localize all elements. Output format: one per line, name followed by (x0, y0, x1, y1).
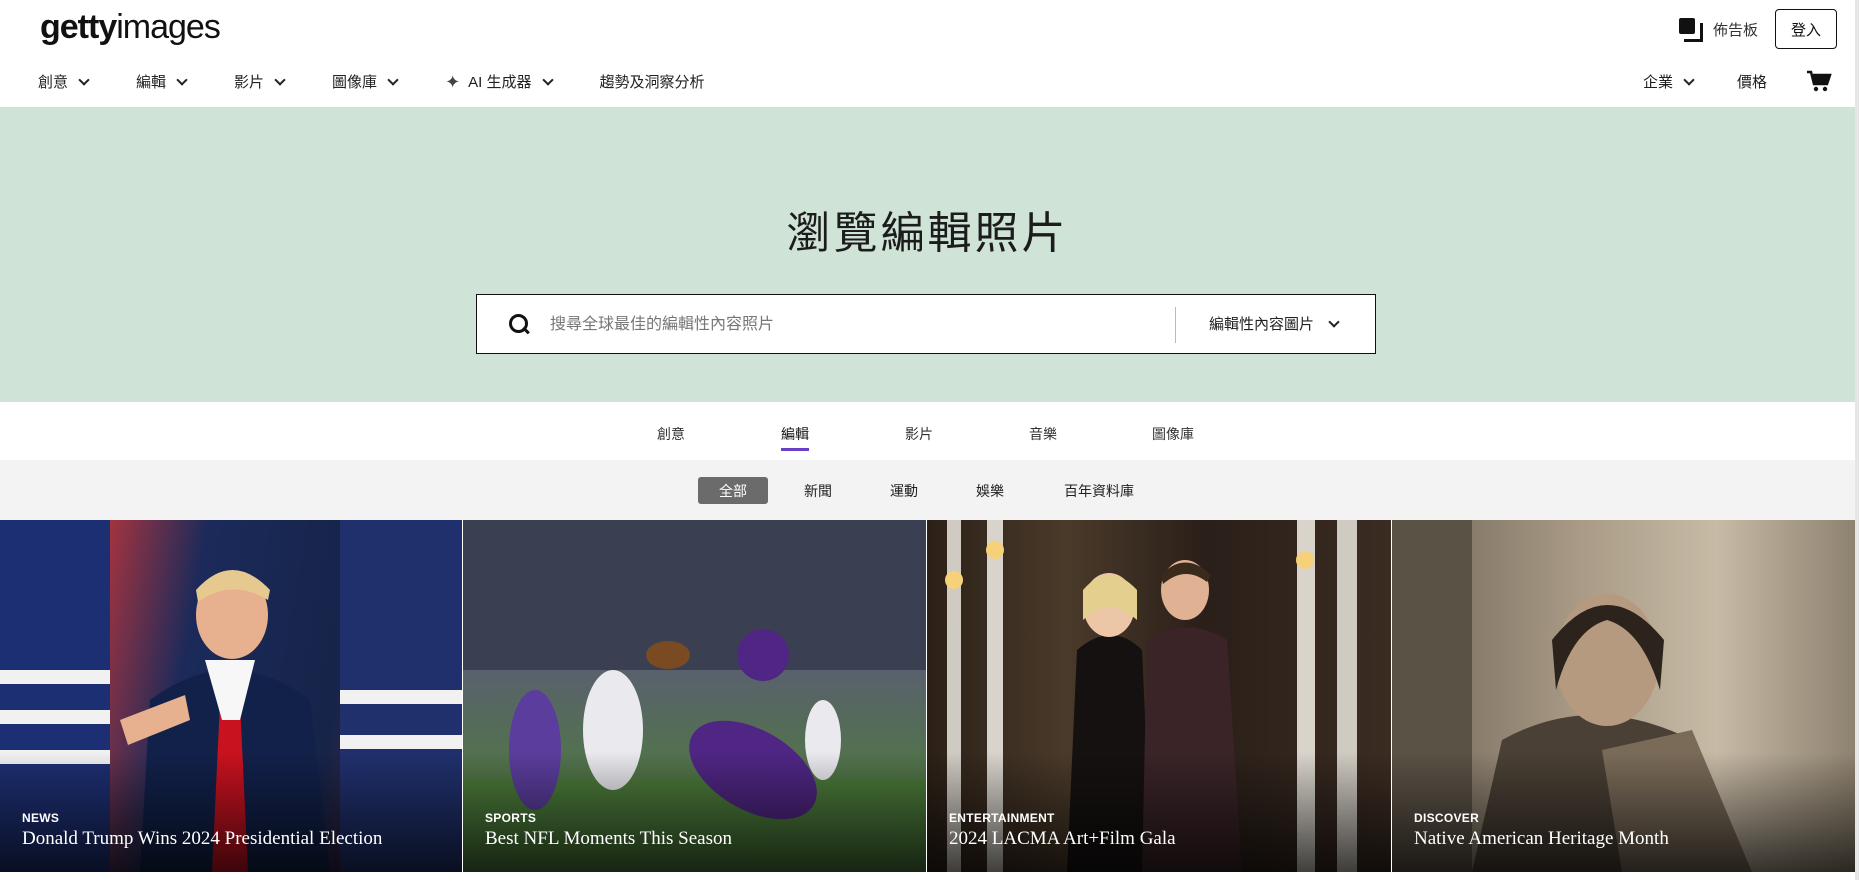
nav-archive[interactable]: 圖像庫 (332, 71, 399, 92)
feature-tile-entertainment[interactable]: ENTERTAINMENT 2024 LACMA Art+Film Gala (927, 520, 1391, 872)
chevron-down-icon (1683, 73, 1695, 86)
subtab-all[interactable]: 全部 (698, 477, 768, 504)
page-title: 瀏覽編輯照片 (786, 209, 1069, 258)
chevron-down-icon (176, 73, 188, 86)
tab-video[interactable]: 影片 (905, 424, 933, 448)
tab-editorial[interactable]: 編輯 (781, 424, 809, 451)
boards-label: 佈告板 (1713, 21, 1759, 39)
login-button[interactable]: 登入 (1775, 9, 1837, 49)
hero-banner: 瀏覽編輯照片 編輯性內容圖片 (0, 107, 1855, 402)
search-input[interactable] (550, 311, 1130, 339)
nav-ai-generator[interactable]: ✦ AI 生成器 (445, 71, 554, 92)
tab-creative[interactable]: 創意 (657, 424, 685, 448)
site-header: gettyimages 佈告板 登入 創意 編輯 影片 圖像庫 ✦ AI 生成器… (0, 0, 1859, 107)
search-icon[interactable] (509, 314, 531, 336)
getty-logo[interactable]: gettyimages (40, 8, 221, 47)
cart-icon[interactable] (1806, 70, 1832, 92)
tile-title: Native American Heritage Month (1414, 828, 1669, 849)
feature-tile-news[interactable]: NEWS Donald Trump Wins 2024 Presidential… (0, 520, 462, 872)
subtab-archive[interactable]: 百年資料庫 (1054, 477, 1144, 504)
nav-pricing[interactable]: 價格 (1737, 71, 1767, 92)
tile-title: Donald Trump Wins 2024 Presidential Elec… (22, 828, 383, 849)
tile-caption: DISCOVER Native American Heritage Month (1414, 811, 1669, 850)
boards-icon (1679, 18, 1703, 42)
chevron-down-icon (1328, 315, 1340, 328)
nav-trends[interactable]: 趨勢及洞察分析 (600, 71, 705, 92)
search-scope-dropdown[interactable]: 編輯性內容圖片 (1209, 313, 1340, 334)
subtab-sports[interactable]: 運動 (876, 477, 932, 504)
boards-link[interactable]: 佈告板 (1679, 18, 1759, 42)
tile-caption: SPORTS Best NFL Moments This Season (485, 811, 732, 850)
nav-enterprise[interactable]: 企業 (1643, 71, 1695, 92)
tab-archive[interactable]: 圖像庫 (1152, 424, 1194, 448)
tile-caption: ENTERTAINMENT 2024 LACMA Art+Film Gala (949, 811, 1176, 850)
main-nav: 創意 編輯 影片 圖像庫 ✦ AI 生成器 趨勢及洞察分析 (38, 71, 753, 92)
nav-editorial[interactable]: 編輯 (136, 71, 188, 92)
tab-music[interactable]: 音樂 (1029, 424, 1057, 448)
editorial-subtabs: 全部 新聞 運動 娛樂 百年資料庫 (0, 460, 1855, 520)
feature-tile-discover[interactable]: DISCOVER Native American Heritage Month (1392, 520, 1855, 872)
nav-video[interactable]: 影片 (234, 71, 286, 92)
tile-category: SPORTS (485, 811, 537, 825)
tile-title: 2024 LACMA Art+Film Gala (949, 828, 1176, 849)
subtab-news[interactable]: 新聞 (790, 477, 846, 504)
chevron-down-icon (78, 73, 90, 86)
subtab-entertainment[interactable]: 娛樂 (962, 477, 1018, 504)
tile-category: ENTERTAINMENT (949, 811, 1055, 825)
sparkle-icon: ✦ (445, 71, 461, 92)
tile-title: Best NFL Moments This Season (485, 828, 733, 849)
content-type-tabs: 創意 編輯 影片 音樂 圖像庫 (0, 402, 1855, 460)
nav-creative[interactable]: 創意 (38, 71, 90, 92)
page-bottom (0, 872, 1855, 880)
feature-tile-sports[interactable]: SPORTS Best NFL Moments This Season (463, 520, 926, 872)
chevron-down-icon (274, 73, 286, 86)
tile-category: NEWS (22, 811, 60, 825)
page-scrollbar[interactable] (1855, 0, 1859, 880)
chevron-down-icon (387, 73, 399, 86)
search-divider (1175, 307, 1176, 343)
search-bar: 編輯性內容圖片 (476, 294, 1376, 354)
tile-category: DISCOVER (1414, 811, 1480, 825)
tile-caption: NEWS Donald Trump Wins 2024 Presidential… (22, 811, 382, 850)
chevron-down-icon (541, 73, 554, 86)
